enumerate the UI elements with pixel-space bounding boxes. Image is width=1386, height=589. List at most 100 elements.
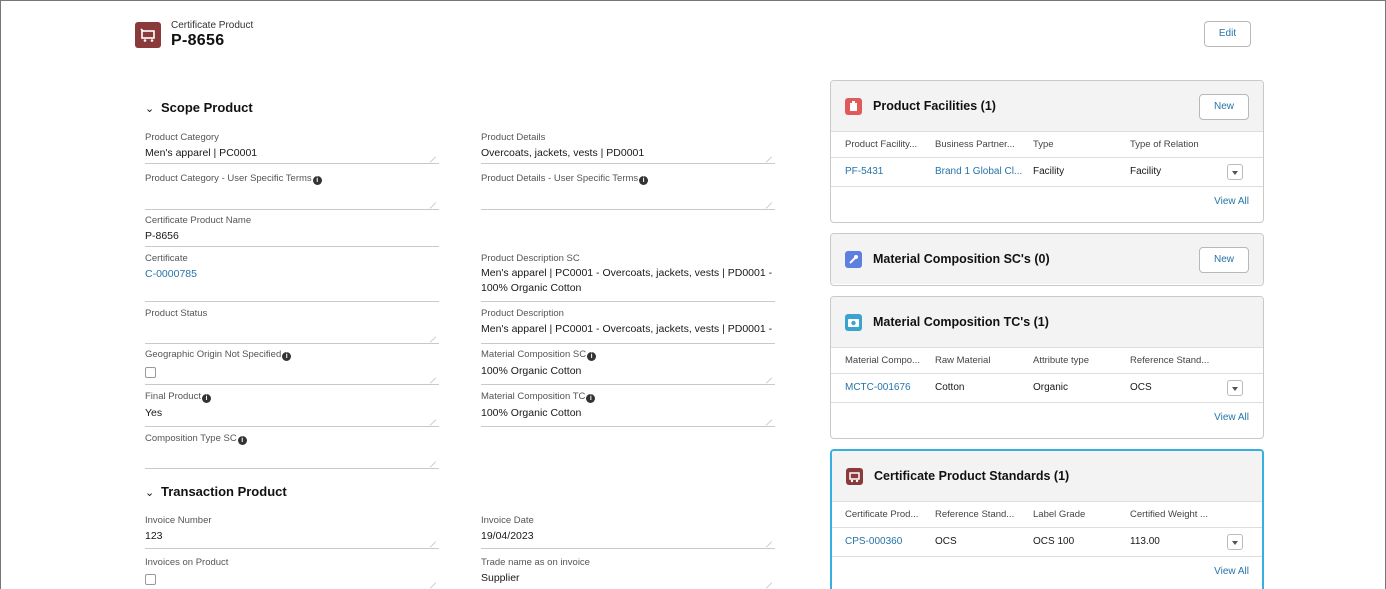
column-header[interactable]: Material Compo... bbox=[845, 355, 920, 366]
column-header[interactable]: Reference Stand... bbox=[935, 509, 1014, 520]
edit-pencil-icon[interactable] bbox=[429, 541, 437, 548]
field-value: Overcoats, jackets, vests | PD0001 bbox=[481, 147, 645, 159]
column-header[interactable]: Raw Material bbox=[935, 355, 990, 366]
edit-pencil-icon[interactable] bbox=[429, 419, 437, 426]
row-actions-dropdown[interactable] bbox=[1227, 380, 1243, 396]
edit-pencil-icon[interactable] bbox=[429, 461, 437, 468]
view-all-link[interactable]: View All bbox=[1214, 412, 1249, 423]
field-label: Product Details bbox=[481, 132, 546, 143]
field-label-text: Product Category - User Specific Terms bbox=[145, 173, 312, 184]
field-label: Product Category bbox=[145, 132, 219, 143]
table-cell: OCS bbox=[935, 536, 957, 547]
edit-pencil-icon[interactable] bbox=[429, 582, 437, 589]
column-header[interactable]: Business Partner... bbox=[935, 139, 1015, 150]
card-title[interactable]: Material Composition TC's (1) bbox=[873, 315, 1049, 329]
record-link[interactable]: MCTC-001676 bbox=[845, 382, 911, 393]
field-value: Men's apparel | PC0001 - Overcoats, jack… bbox=[481, 267, 773, 294]
table-row: PF-5431 Brand 1 Global Cl... Facility Fa… bbox=[831, 158, 1263, 187]
row-actions-dropdown[interactable] bbox=[1227, 534, 1243, 550]
camera-icon bbox=[845, 314, 862, 331]
edit-pencil-icon[interactable] bbox=[765, 202, 773, 209]
transaction-section-header[interactable]: ⌄ Transaction Product bbox=[145, 484, 287, 499]
chevron-down-icon: ⌄ bbox=[145, 103, 155, 115]
card-title[interactable]: Product Facilities (1) bbox=[873, 99, 996, 113]
edit-pencil-icon[interactable] bbox=[765, 377, 773, 384]
info-icon[interactable]: i bbox=[201, 394, 211, 403]
field-value: Yes bbox=[145, 407, 163, 419]
field-label: Geographic Origin Not Specified i bbox=[145, 349, 439, 361]
certificate-product-name-field: Certificate Product Name P-8656 bbox=[145, 215, 439, 247]
column-header[interactable]: Label Grade bbox=[1033, 509, 1085, 520]
record-link[interactable]: CPS-000360 bbox=[845, 536, 902, 547]
geographic-origin-checkbox[interactable] bbox=[145, 367, 156, 378]
chevron-down-icon: ⌄ bbox=[145, 487, 155, 499]
card-title[interactable]: Material Composition SC's (0) bbox=[873, 252, 1050, 266]
certificate-product-standards-card: Certificate Product Standards (1) Certif… bbox=[830, 449, 1264, 589]
edit-pencil-icon[interactable] bbox=[429, 377, 437, 384]
info-icon[interactable]: i bbox=[587, 352, 597, 361]
edit-pencil-icon[interactable] bbox=[765, 419, 773, 426]
table-header: Material Compo... Raw Material Attribute… bbox=[831, 347, 1263, 374]
field-value: 19/04/2023 bbox=[481, 530, 534, 542]
invoices-on-product-field: Invoices on Product bbox=[145, 557, 439, 589]
column-header[interactable]: Reference Stand... bbox=[1130, 355, 1209, 366]
partner-link[interactable]: Brand 1 Global Cl... bbox=[935, 166, 1022, 177]
object-type-label: Certificate Product bbox=[171, 20, 254, 31]
record-link[interactable]: PF-5431 bbox=[845, 166, 883, 177]
table-cell: Cotton bbox=[935, 382, 965, 393]
field-label: Product Category - User Specific Terms i bbox=[145, 173, 439, 185]
field-label: Certificate bbox=[145, 253, 188, 264]
product-status-field: Product Status bbox=[145, 308, 439, 344]
card-header: Product Facilities (1) New bbox=[831, 81, 1263, 131]
card-title[interactable]: Certificate Product Standards (1) bbox=[874, 469, 1069, 483]
info-icon[interactable]: i bbox=[237, 436, 247, 445]
info-icon[interactable]: i bbox=[639, 176, 649, 185]
field-label: Material Composition SC i bbox=[481, 349, 775, 361]
column-header[interactable]: Certified Weight ... bbox=[1130, 509, 1208, 520]
row-actions-dropdown[interactable] bbox=[1227, 164, 1243, 180]
column-header[interactable]: Product Facility... bbox=[845, 139, 917, 150]
card-header: Material Composition SC's (0) New bbox=[831, 234, 1263, 284]
certificate-field: Certificate C-0000785 bbox=[145, 253, 439, 302]
info-icon[interactable]: i bbox=[586, 394, 596, 403]
edit-pencil-icon[interactable] bbox=[429, 336, 437, 343]
card-header: Material Composition TC's (1) bbox=[831, 297, 1263, 347]
invoices-on-product-checkbox[interactable] bbox=[145, 574, 156, 585]
material-sc-icon bbox=[845, 251, 862, 268]
view-all-row: View All bbox=[831, 187, 1263, 218]
column-header[interactable]: Type bbox=[1033, 139, 1054, 150]
cart-icon bbox=[135, 22, 161, 48]
field-value: 123 bbox=[145, 530, 163, 542]
new-facility-button[interactable]: New bbox=[1199, 94, 1249, 120]
field-value: Men's apparel | PC0001 bbox=[145, 147, 258, 159]
edit-button[interactable]: Edit bbox=[1204, 21, 1251, 47]
column-header[interactable]: Type of Relation bbox=[1130, 139, 1199, 150]
view-all-link[interactable]: View All bbox=[1214, 566, 1249, 577]
field-value: P-8656 bbox=[145, 230, 179, 242]
field-label: Product Status bbox=[145, 308, 208, 319]
column-header[interactable]: Certificate Prod... bbox=[845, 509, 918, 520]
certificate-link[interactable]: C-0000785 bbox=[145, 268, 439, 280]
field-label: Composition Type SC i bbox=[145, 433, 439, 445]
field-label-text: Material Composition TC bbox=[481, 391, 586, 402]
field-label: Certificate Product Name bbox=[145, 215, 252, 226]
column-header[interactable]: Attribute type bbox=[1033, 355, 1089, 366]
info-icon[interactable]: i bbox=[312, 176, 322, 185]
edit-pencil-icon[interactable] bbox=[429, 202, 437, 209]
field-label-text: Composition Type SC bbox=[145, 433, 237, 444]
scope-section-header[interactable]: ⌄ Scope Product bbox=[145, 100, 253, 115]
scope-section-title: Scope Product bbox=[161, 100, 253, 115]
product-description-sc-field: Product Description SC Men's apparel | P… bbox=[481, 253, 775, 302]
field-label: Material Composition TC i bbox=[481, 391, 775, 403]
field-label-text: Material Composition SC bbox=[481, 349, 587, 360]
table-cell: OCS bbox=[1130, 382, 1152, 393]
final-product-field: Final Product i Yes bbox=[145, 391, 439, 427]
new-material-sc-button[interactable]: New bbox=[1199, 247, 1249, 273]
info-icon[interactable]: i bbox=[282, 352, 292, 361]
view-all-link[interactable]: View All bbox=[1214, 196, 1249, 207]
field-label-text: Geographic Origin Not Specified bbox=[145, 349, 282, 360]
material-composition-tc-field: Material Composition TC i 100% Organic Co… bbox=[481, 391, 775, 427]
edit-pencil-icon[interactable] bbox=[765, 541, 773, 548]
transaction-section-title: Transaction Product bbox=[161, 484, 287, 499]
product-details-user-terms-field: Product Details - User Specific Terms i bbox=[481, 173, 775, 210]
